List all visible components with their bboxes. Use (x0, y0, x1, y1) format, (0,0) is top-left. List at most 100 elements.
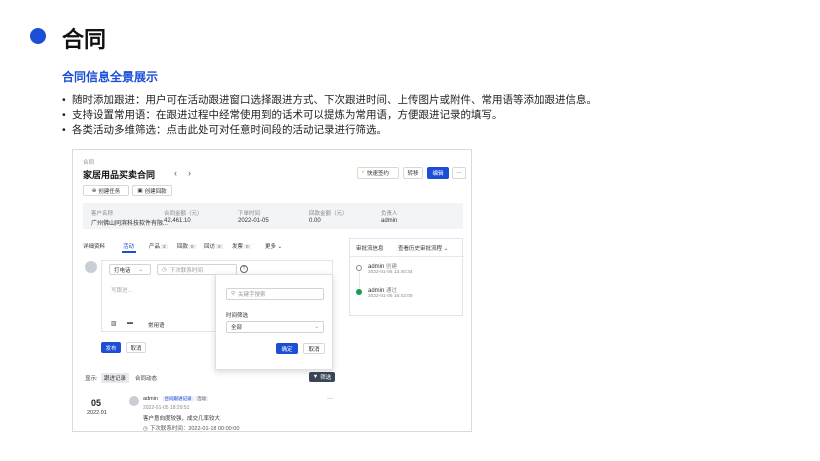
amount-label: 合同金额（元） (164, 211, 203, 217)
tab-payments-label: 回款 (177, 244, 189, 250)
chevron-down-icon: ⌄ (138, 266, 144, 273)
bullet-glyph: • (62, 109, 66, 121)
create-task-label: 创建任务 (98, 188, 121, 195)
time-filter-value: 全部 (231, 325, 243, 331)
feature-item: • 随时添加跟进：用户可在活动跟进窗口选择跟进方式、下次跟进时间、上传图片或附件、… (62, 93, 597, 108)
tab-returns[interactable]: 回访 0 (204, 242, 223, 250)
bullet-glyph: • (62, 94, 66, 106)
tab-details[interactable]: 详细资料 (83, 242, 105, 250)
common-phrases-button[interactable]: 常用语 (148, 321, 165, 329)
record-content: 客户意向度较强，成交几率较大 (143, 416, 221, 422)
approval-history-dropdown[interactable]: 查看历史审批流程 ⌄ (398, 244, 448, 252)
follow-method-select[interactable]: 打电话 ⌄ (109, 264, 151, 275)
tab-products[interactable]: 产品 3 (149, 242, 168, 250)
tab-products-label: 产品 (149, 244, 161, 250)
user-avatar-icon (129, 396, 139, 406)
follow-records-toggle[interactable]: 跟进记录 (101, 373, 130, 383)
record-tag: 合同跟进记录 (162, 396, 194, 401)
order-date-label: 下单时间 (238, 211, 261, 217)
tab-invoices-count: 0 (244, 244, 251, 249)
record-day: 05 (91, 398, 102, 408)
paid-value: 0.00 (309, 218, 321, 224)
quick-sign-button[interactable]: ⚡ 快速签约 (357, 167, 399, 179)
more-actions-button[interactable]: ··· (452, 167, 466, 179)
contract-title: 家居用品买卖合同 (83, 170, 156, 180)
follow-content-textarea[interactable]: 写跟进... (111, 286, 132, 294)
feature-text: 支持设置常用语：在跟进过程中经常使用到的话术可以提炼为常用语，方便跟进记录的填写… (72, 109, 503, 121)
paid-label: 回款金额（元） (309, 211, 348, 217)
approval-step-1: admin 创建 (368, 262, 397, 270)
quick-sign-label: 快速签约 (366, 171, 389, 177)
tab-more[interactable]: 更多 ⌄ (265, 242, 282, 250)
owner-value: admin (381, 218, 398, 224)
feature-text: 随时添加跟进：用户可在活动跟进窗口选择跟进方式、下次跟进时间、上传图片或附件、常… (72, 94, 597, 106)
keyword-search-input[interactable]: ⚲ 关键字搜索 (226, 288, 324, 300)
approval-step-time: 2022-01-05 16:42:00 (368, 294, 413, 299)
record-more-icon[interactable]: ··· (327, 396, 333, 402)
create-payment-label: 创建回款 (144, 188, 167, 195)
record-time: 2022-01-05 18:29:51 (143, 405, 190, 411)
slide-title: 合同 (62, 27, 107, 52)
feature-item: • 各类活动多维筛选：点击此处可对任意时间段的活动记录进行筛选。 (62, 123, 597, 138)
clock-icon: ◷ (143, 426, 148, 432)
contract-activity-toggle[interactable]: 合同动态 (135, 374, 157, 382)
bullet-glyph: • (62, 124, 66, 136)
user-avatar-icon (85, 261, 97, 273)
filter-confirm-button[interactable]: 确定 (276, 343, 298, 354)
next-record-icon[interactable]: › (188, 168, 191, 178)
next-contact-placeholder: 下次联系时间 (169, 267, 203, 274)
feature-item: • 支持设置常用语：在跟进过程中经常使用到的话术可以提炼为常用语，方便跟进记录的填… (62, 108, 597, 123)
step-approved-check-icon (356, 289, 362, 295)
tab-products-count: 3 (161, 244, 168, 249)
tab-returns-count: 0 (216, 244, 223, 249)
filter-funnel-icon: ▼ (312, 374, 319, 380)
attachment-folder-icon[interactable]: ▬ (127, 320, 133, 326)
plus-icon: ⊕ (91, 187, 97, 194)
help-icon[interactable]: ? (240, 265, 248, 273)
time-filter-select[interactable]: 全部 ⌄ (226, 321, 324, 333)
tab-more-label: 更多 (265, 244, 277, 250)
follow-method-value: 打电话 (114, 267, 131, 274)
filter-cancel-button[interactable]: 取消 (303, 343, 325, 354)
approval-history-label: 查看历史审批流程 (398, 246, 443, 252)
feature-text: 各类活动多维筛选：点击此处可对任意时间段的活动记录进行筛选。 (72, 124, 387, 136)
edit-button[interactable]: 编辑 (427, 167, 449, 179)
feature-list: • 随时添加跟进：用户可在活动跟进窗口选择跟进方式、下次跟进时间、上传图片或附件、… (62, 93, 597, 138)
keyword-search-placeholder: 关键字搜索 (238, 292, 266, 298)
create-payment-button[interactable]: ▣ 创建回款 (132, 185, 172, 196)
slide-subtitle: 合同信息全景展示 (62, 70, 159, 84)
step-pending-icon (356, 265, 362, 271)
filter-button[interactable]: ▼ 筛选 (309, 372, 335, 382)
approval-panel: 审批流信息 查看历史审批流程 ⌄ admin 创建 2022-01-05 13:… (349, 238, 464, 316)
approval-step-time: 2022-01-05 13:40:34 (368, 270, 413, 275)
customer-value[interactable]: 广州佛山同滨科技软件有限... (91, 218, 168, 227)
record-user: admin (143, 396, 158, 402)
divider (350, 256, 464, 257)
active-tab-indicator (122, 251, 136, 253)
timeline-line (359, 271, 360, 289)
image-upload-icon[interactable]: ▨ (111, 320, 117, 327)
filter-button-label: 筛选 (320, 375, 332, 381)
tab-payments-count: 0 (189, 244, 196, 249)
cancel-follow-button[interactable]: 取消 (126, 342, 146, 353)
tab-payments[interactable]: 回款 0 (177, 242, 196, 250)
tab-returns-label: 回访 (204, 244, 216, 250)
tab-invoices-label: 发票 (232, 244, 244, 250)
prev-record-icon[interactable]: ‹ (174, 168, 177, 178)
breadcrumb[interactable]: 合同 (83, 158, 94, 166)
chevron-down-icon: ⌄ (314, 324, 319, 330)
app-screenshot: 合同 家居用品买卖合同 ‹ › ⚡ 快速签约 转移 编辑 ··· ⊕ 创建任务 ▣ 创… (72, 149, 472, 432)
payment-icon: ▣ (137, 187, 143, 194)
tab-invoices[interactable]: 发票 0 (232, 242, 251, 250)
create-task-button[interactable]: ⊕ 创建任务 (83, 185, 129, 196)
activity-filter-popup: ⚲ 关键字搜索 时间筛选 全部 ⌄ 确定 取消 (215, 274, 333, 370)
tab-activity[interactable]: 活动 (123, 242, 134, 250)
record-header: admin 合同跟进记录 活动 (143, 396, 209, 402)
publish-button[interactable]: 发布 (101, 342, 121, 353)
time-filter-label: 时间筛选 (226, 313, 249, 319)
record-next-contact: ◷ 下次联系时间：2022-01-18 00:00:00 (143, 424, 240, 432)
clock-icon: ◷ (162, 266, 167, 273)
transfer-button[interactable]: 转移 (403, 167, 423, 179)
display-label: 显示: (85, 376, 98, 382)
record-next-contact-text: 下次联系时间：2022-01-18 00:00:00 (149, 426, 240, 432)
